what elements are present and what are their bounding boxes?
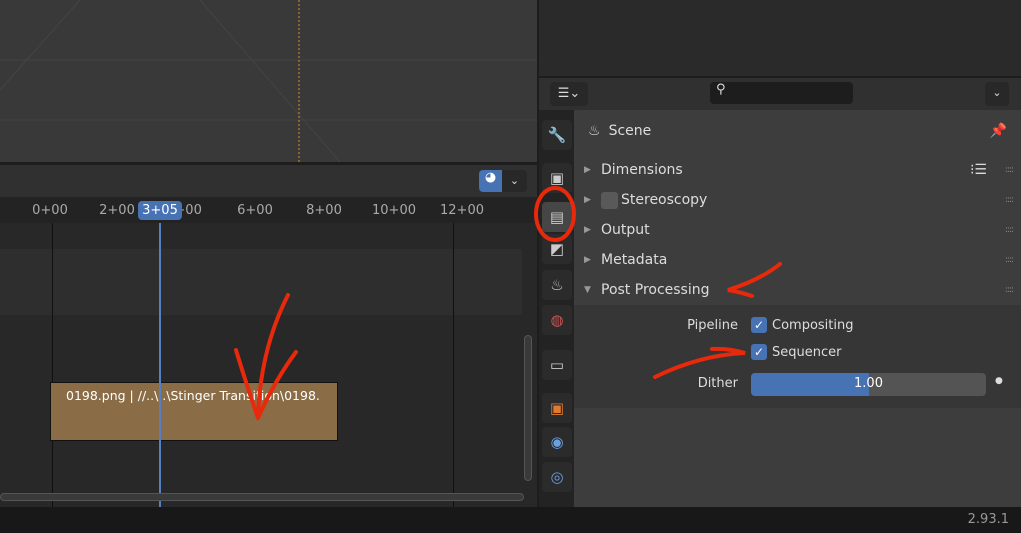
annotation-overlay [234, 186, 782, 420]
red-arrow-annotation [234, 293, 298, 420]
red-arrow-annotation [727, 262, 782, 298]
red-arrow-annotation [653, 346, 746, 379]
red-circle-annotation [534, 186, 576, 242]
